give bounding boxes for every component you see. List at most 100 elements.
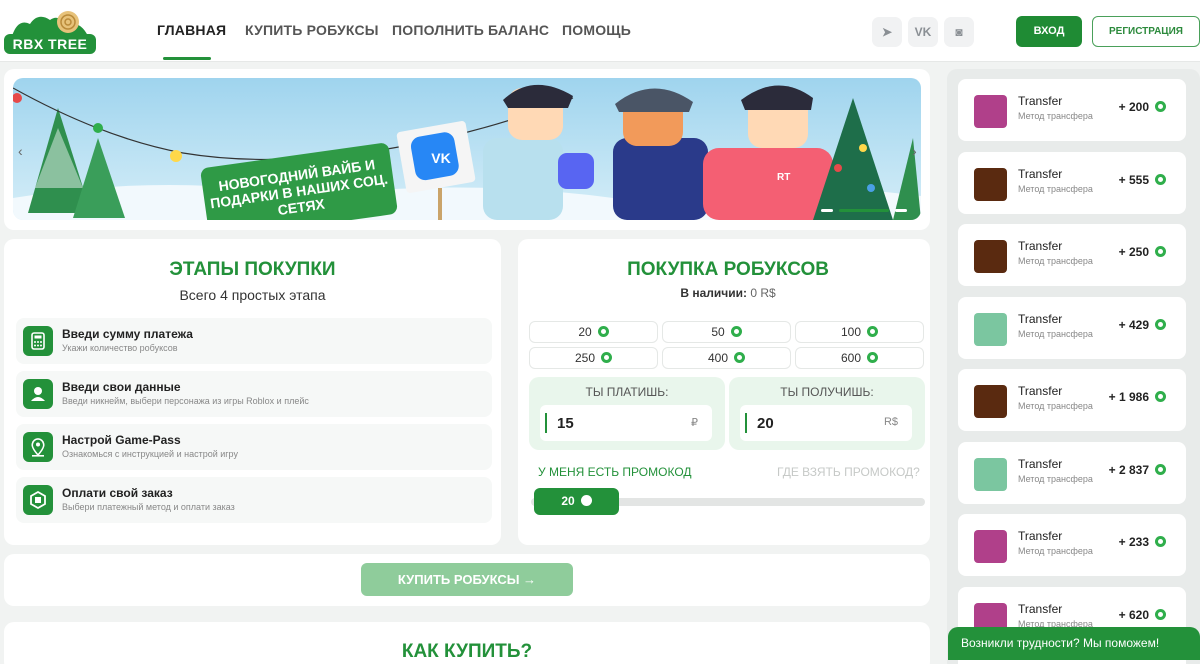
step-subtitle: Выбери платежный метод и оплати заказ (62, 502, 235, 512)
amount-option[interactable]: 400 (662, 347, 791, 369)
transaction-amount: + 233 (1119, 535, 1166, 549)
vk-sign-icon: VK (431, 150, 451, 166)
help-chat-button[interactable]: Возникли трудности? Мы поможем! (948, 627, 1200, 660)
transaction-title: Transfer (1018, 602, 1063, 616)
register-button[interactable]: РЕГИСТРАЦИЯ (1092, 16, 1200, 47)
step-item: Оплати свой заказ Выбери платежный метод… (16, 477, 492, 523)
amount-option[interactable]: 100 (795, 321, 924, 343)
step-title: Настрой Game-Pass (62, 433, 181, 447)
nav-buy-robux[interactable]: КУПИТЬ РОБУКСЫ (245, 22, 379, 38)
robux-currency: R$ (883, 416, 898, 428)
robux-coin-icon (580, 495, 592, 506)
robux-coin-icon (730, 326, 742, 337)
receive-box: ТЫ ПОЛУЧИШЬ: 20 R$ (729, 377, 925, 450)
transaction-item: Transfer Метод трансфера + 200 (958, 79, 1186, 141)
nav-active-indicator (163, 57, 211, 60)
receive-amount-value: 20 (757, 415, 774, 432)
step-title: Введи сумму платежа (62, 327, 193, 341)
transaction-amount: + 250 (1119, 245, 1166, 259)
transaction-amount: + 1 986 (1109, 390, 1166, 404)
transaction-title: Transfer (1018, 239, 1063, 253)
transaction-method: Метод трансфера (1018, 401, 1093, 411)
transaction-title: Transfer (1018, 312, 1063, 326)
promo-banner[interactable]: НОВОГОДНИЙ ВАЙБ И ПОДАРКИ В НАШИХ СОЦ. С… (13, 78, 921, 220)
input-cursor-bar (745, 413, 747, 433)
game-thumbnail (974, 95, 1007, 128)
robux-coin-icon (1155, 464, 1166, 475)
banner-next-arrow[interactable]: › (912, 143, 917, 159)
robux-coin-icon (1155, 101, 1166, 112)
step-subtitle: Введи никнейм, выбери персонажа из игры … (62, 396, 309, 406)
vk-icon[interactable]: VK (908, 17, 938, 47)
steps-subtitle: Всего 4 простых этапа (179, 287, 326, 303)
robux-icon (23, 485, 53, 515)
game-thumbnail (974, 168, 1007, 201)
amount-option[interactable]: 20 (529, 321, 658, 343)
pay-label: ТЫ ПЛАТИШЬ: (585, 385, 669, 399)
pay-amount-value: 15 (557, 415, 574, 432)
robux-coin-icon (1155, 609, 1166, 620)
robux-coin-icon (597, 326, 609, 337)
step-item: Настрой Game-Pass Ознакомься с инструкци… (16, 424, 492, 470)
slider-value: 20 (561, 494, 575, 508)
amount-value: 400 (707, 351, 729, 365)
stock-info: В наличии: 0 R$ (518, 286, 938, 300)
steps-title: ЭТАПЫ ПОКУПКИ (169, 259, 336, 280)
nav-top-up[interactable]: ПОПОЛНИТЬ БАЛАНС (392, 22, 549, 38)
transaction-item: Transfer Метод трансфера + 233 (958, 514, 1186, 576)
pay-box: ТЫ ПЛАТИШЬ: 15 ₽ (529, 377, 725, 450)
transaction-method: Метод трансфера (1018, 184, 1093, 194)
transaction-item: Transfer Метод трансфера + 555 (958, 152, 1186, 214)
step-subtitle: Укажи количество робуксов (62, 343, 178, 353)
nav-help[interactable]: ПОМОЩЬ (562, 22, 631, 38)
amount-option[interactable]: 50 (662, 321, 791, 343)
robux-coin-icon (1155, 536, 1166, 547)
transaction-item: Transfer Метод трансфера + 429 (958, 297, 1186, 359)
amount-value: 20 (578, 325, 592, 339)
amount-option[interactable]: 600 (795, 347, 924, 369)
stock-label: В наличии: (680, 286, 747, 300)
transaction-method: Метод трансфера (1018, 111, 1093, 121)
robux-coin-icon (867, 352, 879, 363)
rouble-currency: ₽ (691, 417, 698, 429)
amount-slider-handle[interactable]: 20 (534, 488, 619, 515)
nav-home[interactable]: ГЛАВНАЯ (157, 22, 226, 38)
where-promo-link[interactable]: ГДЕ ВЗЯТЬ ПРОМОКОД? (777, 465, 920, 479)
transaction-amount: + 200 (1119, 100, 1166, 114)
transaction-title: Transfer (1018, 529, 1063, 543)
user-icon (23, 379, 53, 409)
discord-icon[interactable]: ◙ (944, 17, 974, 47)
transaction-amount: + 2 837 (1109, 463, 1166, 477)
amount-option[interactable]: 250 (529, 347, 658, 369)
game-thumbnail (974, 385, 1007, 418)
banner-prev-arrow[interactable]: ‹ (18, 143, 23, 159)
robux-coin-icon (1155, 246, 1166, 257)
amount-value: 600 (840, 351, 862, 365)
amount-value: 50 (711, 325, 725, 339)
logo[interactable]: RBX TREE (4, 8, 96, 54)
input-cursor-bar (545, 413, 547, 433)
robux-coin-icon (867, 326, 879, 337)
header: RBX TREE ГЛАВНАЯ КУПИТЬ РОБУКСЫ ПОПОЛНИТ… (0, 0, 1200, 62)
banner-illustration (13, 78, 921, 220)
step-item: Введи сумму платежа Укажи количество роб… (16, 318, 492, 364)
buy-robux-button[interactable]: КУПИТЬ РОБУКСЫ → (361, 563, 573, 596)
game-thumbnail (974, 313, 1007, 346)
login-button[interactable]: ВХОД (1016, 16, 1082, 47)
receive-label: ТЫ ПОЛУЧИШЬ: (780, 385, 874, 399)
receive-amount-input[interactable]: 20 R$ (740, 405, 912, 441)
how-to-buy-title: КАК КУПИТЬ? (401, 641, 533, 662)
telegram-icon[interactable]: ➤ (872, 17, 902, 47)
transaction-item: Transfer Метод трансфера + 1 986 (958, 369, 1186, 431)
transaction-amount: + 555 (1119, 173, 1166, 187)
logo-text: RBX TREE (4, 34, 96, 54)
transaction-method: Метод трансфера (1018, 256, 1093, 266)
character-badge: RT (777, 172, 791, 183)
pay-amount-input[interactable]: 15 ₽ (540, 405, 712, 441)
transaction-item: Transfer Метод трансфера + 250 (958, 224, 1186, 286)
have-promo-link[interactable]: У МЕНЯ ЕСТЬ ПРОМОКОД (538, 465, 692, 479)
transaction-amount: + 620 (1119, 608, 1166, 622)
game-thumbnail (974, 530, 1007, 563)
step-title: Введи свои данные (62, 380, 181, 394)
purchase-title: ПОКУПКА РОБУКСОВ (627, 259, 829, 280)
